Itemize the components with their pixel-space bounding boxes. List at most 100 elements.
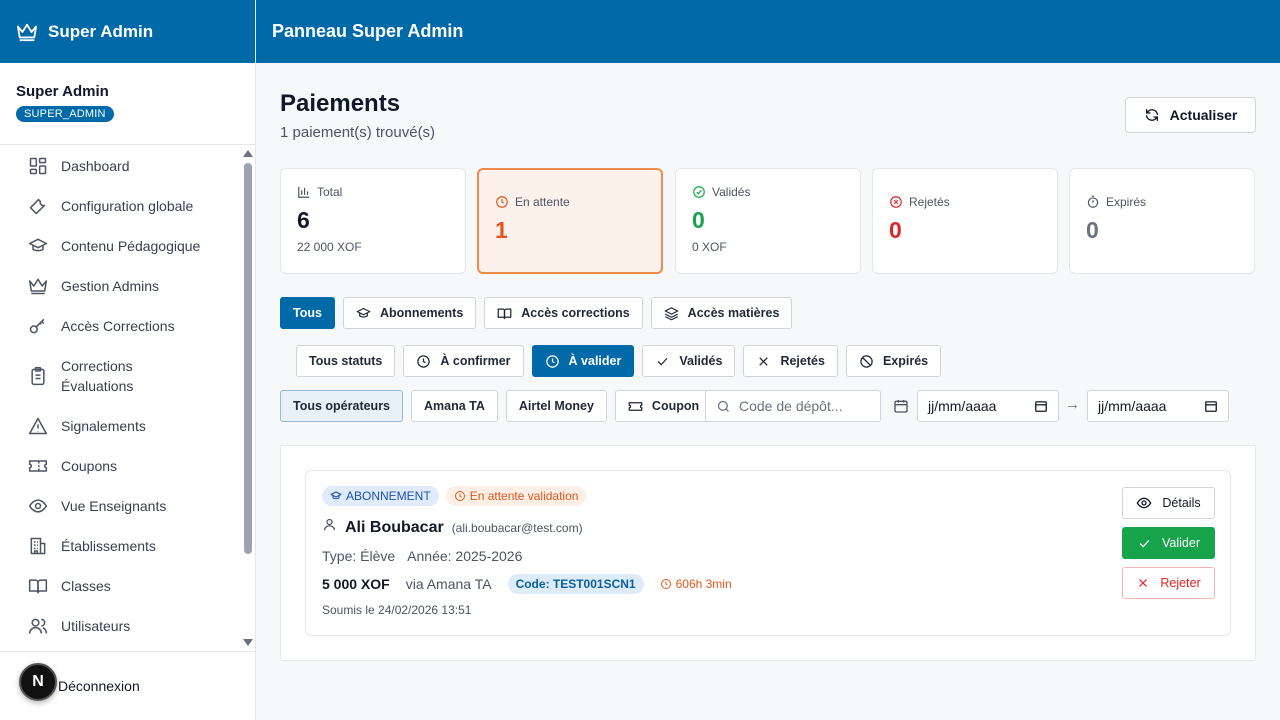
sidebar-item-label: Vue Enseignants — [61, 498, 167, 514]
sidebar-item-classes[interactable]: Classes — [0, 566, 240, 606]
sidebar-item-signalements[interactable]: Signalements — [0, 406, 240, 446]
crown-icon — [28, 276, 48, 296]
results-count: 1 paiement(s) trouvé(s) — [280, 124, 436, 141]
ban-icon — [859, 354, 874, 369]
sidebar-item-etablissements[interactable]: Établissements — [0, 526, 240, 566]
stat-value: 0 — [889, 217, 902, 243]
filter-type-tous[interactable]: Tous — [280, 297, 335, 329]
calendar-icon — [893, 398, 909, 414]
date-to-value: jj/mm/aaaa — [1098, 398, 1167, 414]
sidebar: Super Admin Super Admin SUPER_ADMIN Dash… — [0, 0, 256, 720]
filter-status-expires[interactable]: Expirés — [845, 345, 942, 377]
topbar: Panneau Super Admin — [256, 0, 1280, 63]
date-from-input[interactable]: jj/mm/aaaa — [917, 390, 1059, 422]
filter-status-valides[interactable]: Validés — [642, 345, 736, 377]
graduation-cap-icon — [330, 490, 342, 502]
stat-card-en-attente[interactable]: En attente 1 — [477, 168, 663, 274]
sidebar-item-configuration[interactable]: Configuration globale — [0, 186, 240, 226]
filter-label: À valider — [568, 354, 622, 368]
filter-operator-coupon[interactable]: Coupon — [614, 390, 713, 422]
type-badge: ABONNEMENT — [322, 486, 439, 506]
scroll-up-arrow-icon[interactable] — [243, 150, 253, 157]
stat-value: 0 — [1086, 217, 1099, 243]
status-filter-group: Tous statuts À confirmer À valider Valid… — [296, 345, 942, 377]
wrench-icon — [28, 196, 48, 216]
filter-status-a-valider[interactable]: À valider — [531, 345, 635, 377]
timer-icon — [1086, 195, 1100, 209]
sidebar-item-vue-enseignants[interactable]: Vue Enseignants — [0, 486, 240, 526]
filter-type-abonnements[interactable]: Abonnements — [342, 297, 477, 329]
details-button[interactable]: Détails — [1122, 487, 1215, 519]
sidebar-item-contenu[interactable]: Contenu Pédagogique — [0, 226, 240, 266]
sidebar-item-label: Accès Corrections — [61, 318, 175, 334]
filter-label: Tous — [293, 306, 322, 320]
submitted-date: Soumis le 24/02/2026 13:51 — [322, 603, 472, 617]
date-to-input[interactable]: jj/mm/aaaa — [1087, 390, 1229, 422]
sidebar-brand: Super Admin — [0, 0, 255, 63]
sidebar-item-label: Gestion Admins — [61, 278, 160, 294]
payer-type: Type: Élève — [322, 548, 396, 564]
pending-timer: 606h 3min — [660, 577, 732, 591]
search-field[interactable] — [705, 390, 881, 422]
filter-label: Rejetés — [780, 354, 825, 368]
filter-operator-amana[interactable]: Amana TA — [411, 390, 498, 422]
validate-label: Valider — [1162, 536, 1200, 550]
filter-status-rejetes[interactable]: Rejetés — [743, 345, 838, 377]
filter-status-a-confirmer[interactable]: À confirmer — [403, 345, 524, 377]
reject-button[interactable]: Rejeter — [1122, 567, 1215, 599]
scroll-thumb[interactable] — [244, 163, 252, 554]
sidebar-item-dashboard[interactable]: Dashboard — [0, 146, 240, 186]
ticket-icon — [628, 399, 643, 414]
payment-operator: via Amana TA — [405, 576, 492, 592]
filter-operator-tous[interactable]: Tous opérateurs — [280, 390, 404, 422]
validate-button[interactable]: Valider — [1122, 527, 1215, 559]
stat-value: 6 — [297, 207, 310, 233]
sidebar-item-acces-corrections[interactable]: Accès Corrections — [0, 306, 240, 346]
sidebar-item-label: Établissements — [61, 538, 156, 554]
sidebar-item-label: Coupons — [61, 458, 118, 474]
book-icon — [28, 576, 48, 596]
sidebar-scrollbar[interactable] — [240, 146, 256, 650]
sidebar-nav: Dashboard Configuration globale Contenu … — [0, 146, 240, 650]
filter-type-acces-matieres[interactable]: Accès matières — [650, 297, 793, 329]
stat-card-expires[interactable]: Expirés 0 — [1069, 168, 1255, 274]
graduation-cap-icon — [356, 306, 371, 321]
dev-tools-badge[interactable]: N — [19, 663, 57, 701]
sidebar-item-label: Contenu Pédagogique — [61, 238, 201, 254]
stat-card-total[interactable]: Total 6 22 000 XOF — [280, 168, 466, 274]
payment-amount: 5 000 XOF — [322, 576, 390, 592]
dashboard-icon — [28, 156, 48, 176]
stat-label: Expirés — [1106, 195, 1147, 209]
scroll-down-arrow-icon[interactable] — [243, 639, 253, 646]
calendar-picker-icon[interactable] — [1204, 399, 1218, 413]
dev-badge-letter: N — [32, 673, 44, 690]
stat-card-rejetes[interactable]: Rejetés 0 — [872, 168, 1058, 274]
filter-operator-airtel[interactable]: Airtel Money — [505, 390, 607, 422]
type-filter-group: Tous Abonnements Accès corrections Accès… — [280, 297, 793, 329]
date-from-value: jj/mm/aaaa — [928, 398, 997, 414]
sidebar-item-admins[interactable]: Gestion Admins — [0, 266, 240, 306]
payer-email: (ali.boubacar@test.com) — [451, 521, 583, 535]
status-badge-label: En attente validation — [469, 489, 579, 503]
filter-label: Coupon — [651, 399, 700, 413]
status-badge: En attente validation — [445, 486, 587, 506]
payer-info: Ali Boubacar (ali.boubacar@test.com) — [322, 517, 583, 537]
refresh-button[interactable]: Actualiser — [1125, 97, 1256, 133]
main-content: Paiements 1 paiement(s) trouvé(s) Actual… — [256, 63, 1280, 720]
stat-card-valides[interactable]: Validés 0 0 XOF — [675, 168, 861, 274]
payment-card: ABONNEMENT En attente validation Ali Bou… — [305, 470, 1231, 636]
search-input[interactable] — [739, 398, 879, 414]
reject-label: Rejeter — [1160, 576, 1201, 590]
book-icon — [497, 306, 512, 321]
details-label: Détails — [1162, 496, 1201, 510]
filter-status-tous[interactable]: Tous statuts — [296, 345, 396, 377]
filter-label: Expirés — [882, 354, 929, 368]
user-icon — [322, 517, 337, 532]
sidebar-item-corrections-evaluations[interactable]: Corrections Évaluations — [0, 346, 240, 406]
sidebar-item-utilisateurs[interactable]: Utilisateurs — [0, 606, 240, 646]
sidebar-item-coupons[interactable]: Coupons — [0, 446, 240, 486]
clock-icon — [545, 354, 560, 369]
calendar-picker-icon[interactable] — [1034, 399, 1048, 413]
filter-type-acces-corrections[interactable]: Accès corrections — [484, 297, 643, 329]
arrow-right-icon: → — [1065, 396, 1080, 413]
